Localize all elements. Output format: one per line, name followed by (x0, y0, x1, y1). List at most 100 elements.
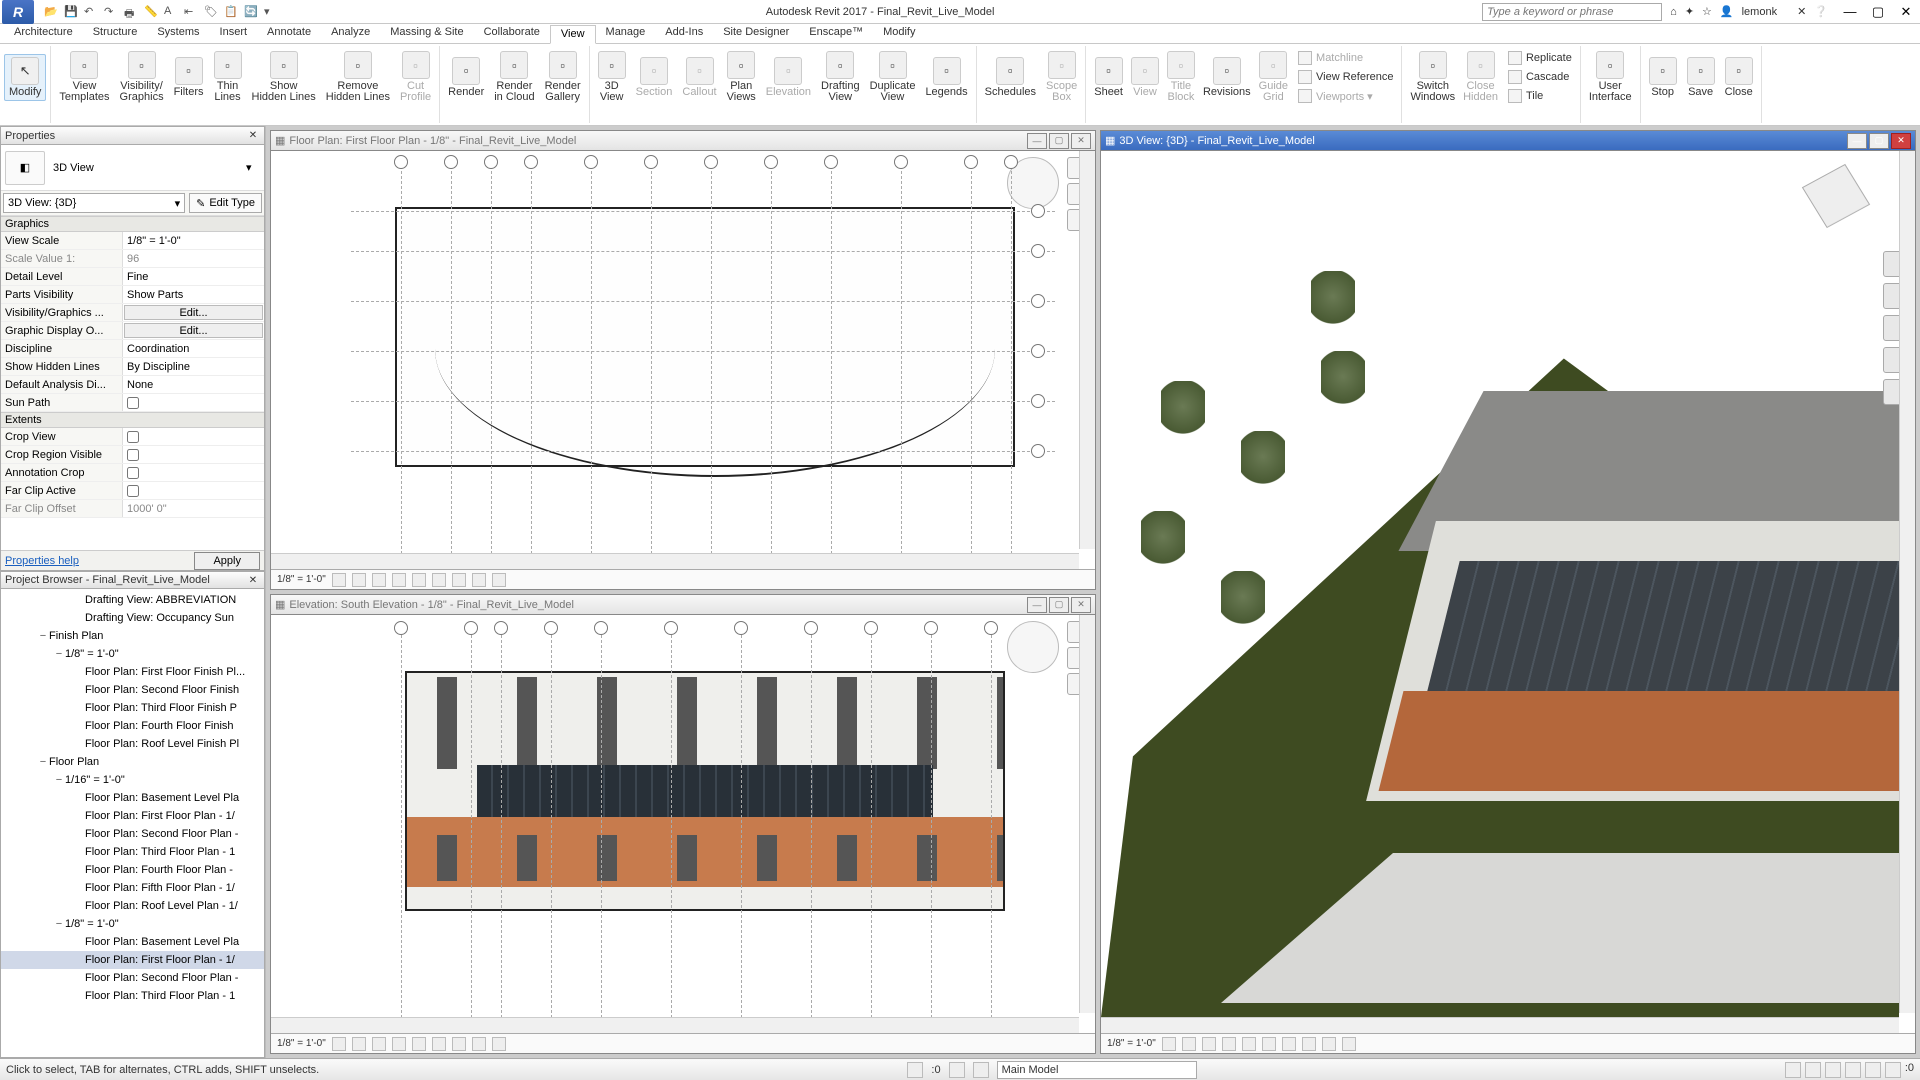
tile-button[interactable]: Tile (1504, 87, 1576, 105)
prop-group-graphics[interactable]: Graphics (1, 216, 264, 232)
sync-icon[interactable]: 🔄 (244, 5, 258, 19)
min-icon[interactable]: — (1027, 133, 1047, 149)
tree-node[interactable]: Floor Plan: Basement Level Pla (1, 933, 264, 951)
dim-icon[interactable]: ⇤ (184, 5, 198, 19)
scrollbar-horizontal[interactable] (271, 1017, 1079, 1033)
user-interface-button[interactable]: ▫UserInterface (1585, 49, 1636, 105)
crop-show-icon[interactable] (432, 573, 446, 587)
maximize-button[interactable]: ▢ (1864, 0, 1892, 24)
tree-node[interactable]: Floor Plan: Fifth Floor Plan - 1/ (1, 879, 264, 897)
legends-button[interactable]: ▫Legends (921, 55, 971, 100)
app-icon[interactable]: R (2, 0, 34, 24)
filters-button[interactable]: ▫Filters (170, 55, 208, 100)
tree-node[interactable]: Floor Plan: First Floor Plan - 1/ (1, 951, 264, 969)
reveal-icon[interactable] (492, 573, 506, 587)
tab-enscape-[interactable]: Enscape™ (799, 24, 873, 43)
tab-site-designer[interactable]: Site Designer (713, 24, 799, 43)
elevation-canvas[interactable] (271, 615, 1095, 1033)
tree-node[interactable]: −1/8" = 1'-0" (1, 645, 264, 663)
render-icon[interactable] (1242, 1037, 1256, 1051)
help-icon[interactable]: ❔ (1814, 5, 1828, 18)
max-icon[interactable]: ▢ (1869, 133, 1889, 149)
search-input[interactable] (1482, 3, 1662, 21)
sunpath-icon[interactable] (1202, 1037, 1216, 1051)
switch-windows-button[interactable]: ▫SwitchWindows (1406, 49, 1459, 105)
apply-button[interactable]: Apply (194, 552, 260, 570)
workset-selector[interactable]: Main Model (997, 1061, 1197, 1079)
close-button[interactable]: ✕ (1892, 0, 1920, 24)
render-in-cloud-button[interactable]: ▫Renderin Cloud (490, 49, 538, 105)
tab-insert[interactable]: Insert (210, 24, 258, 43)
duplicate-view-button[interactable]: ▫DuplicateView (866, 49, 920, 105)
tree-node[interactable]: Floor Plan: Third Floor Plan - 1 (1, 987, 264, 1005)
tab-structure[interactable]: Structure (83, 24, 148, 43)
prop-value[interactable]: Show Parts (123, 286, 264, 303)
max-icon[interactable]: ▢ (1049, 133, 1069, 149)
scale-label[interactable]: 1/8" = 1'-0" (277, 574, 326, 585)
revisions-button[interactable]: ▫Revisions (1199, 49, 1255, 105)
detail-icon[interactable] (332, 573, 346, 587)
tree-twisty-icon[interactable]: − (53, 648, 65, 660)
tab-manage[interactable]: Manage (596, 24, 656, 43)
subscription-icon[interactable]: ⌂ (1670, 6, 1677, 18)
scrollbar-vertical[interactable] (1899, 151, 1915, 1013)
tree-node[interactable]: Floor Plan: Roof Level Plan - 1/ (1, 897, 264, 915)
print-icon[interactable]: 🖶 (124, 5, 138, 19)
prop-group-extents[interactable]: Extents (1, 412, 264, 428)
tree-twisty-icon[interactable]: − (37, 756, 49, 768)
scrollbar-horizontal[interactable] (271, 553, 1079, 569)
temp-hide-icon[interactable] (472, 573, 486, 587)
floorplan-window[interactable]: ▦Floor Plan: First Floor Plan - 1/8" - F… (270, 130, 1096, 590)
tab-collaborate[interactable]: Collaborate (474, 24, 550, 43)
3d-view-button[interactable]: ▫3DView (594, 49, 630, 105)
tab-systems[interactable]: Systems (147, 24, 209, 43)
exchange-icon[interactable]: ✕ (1797, 5, 1806, 18)
sunpath-icon[interactable] (372, 1037, 386, 1051)
scrollbar-vertical[interactable] (1079, 151, 1095, 549)
sheet-button[interactable]: ▫Sheet (1090, 49, 1127, 105)
username-label[interactable]: lemonk (1742, 6, 1777, 18)
sel-face-icon[interactable] (1845, 1062, 1861, 1078)
sel-pinned-icon[interactable] (1825, 1062, 1841, 1078)
prop-value[interactable]: Coordination (123, 340, 264, 357)
tab-massing-site[interactable]: Massing & Site (380, 24, 473, 43)
prop-value[interactable]: None (123, 376, 264, 393)
lock-icon[interactable] (452, 573, 466, 587)
tree-node[interactable]: −Finish Plan (1, 627, 264, 645)
show-hidden-lines-button[interactable]: ▫ShowHidden Lines (248, 49, 320, 105)
tree-node[interactable]: Floor Plan: Third Floor Plan - 1 (1, 843, 264, 861)
text-icon[interactable]: A (164, 5, 178, 19)
prop-checkbox[interactable] (127, 431, 139, 443)
select-links-icon[interactable] (907, 1062, 923, 1078)
tree-node[interactable]: −Floor Plan (1, 753, 264, 771)
tree-node[interactable]: Floor Plan: Basement Level Pla (1, 789, 264, 807)
prop-value[interactable] (123, 446, 264, 463)
edit-type-button[interactable]: ✎Edit Type (189, 193, 262, 213)
visual-style-icon[interactable] (352, 1037, 366, 1051)
paste-icon[interactable]: 📋 (224, 5, 238, 19)
view-templates-button[interactable]: ▫ViewTemplates (55, 49, 113, 105)
project-browser-tree[interactable]: Drafting View: ABBREVIATIONDrafting View… (1, 589, 264, 1057)
view-control-bar[interactable]: 1/8" = 1'-0" (271, 569, 1095, 589)
tab-view[interactable]: View (550, 25, 596, 44)
tree-node[interactable]: −1/16" = 1'-0" (1, 771, 264, 789)
prop-value[interactable] (123, 482, 264, 499)
scale-label[interactable]: 1/8" = 1'-0" (277, 1038, 326, 1049)
tree-node[interactable]: Floor Plan: Second Floor Finish (1, 681, 264, 699)
prop-value[interactable]: Edit... (124, 323, 263, 338)
live-stop-button[interactable]: ▫Stop (1645, 55, 1681, 100)
scale-label[interactable]: 1/8" = 1'-0" (1107, 1038, 1156, 1049)
crop-show-icon[interactable] (1282, 1037, 1296, 1051)
sel-link-icon[interactable] (1785, 1062, 1801, 1078)
prop-checkbox[interactable] (127, 397, 139, 409)
tab-add-ins[interactable]: Add-Ins (655, 24, 713, 43)
favorite-icon[interactable]: ☆ (1702, 5, 1712, 18)
plan-views-button[interactable]: ▫PlanViews (723, 49, 760, 105)
min-icon[interactable]: — (1847, 133, 1867, 149)
crop-icon[interactable] (412, 573, 426, 587)
shadows-icon[interactable] (1222, 1037, 1236, 1051)
tag-icon[interactable]: 🏷 (204, 5, 218, 19)
thin-lines-button[interactable]: ▫ThinLines (210, 49, 246, 105)
tree-node[interactable]: Floor Plan: First Floor Plan - 1/ (1, 807, 264, 825)
min-icon[interactable]: — (1027, 597, 1047, 613)
